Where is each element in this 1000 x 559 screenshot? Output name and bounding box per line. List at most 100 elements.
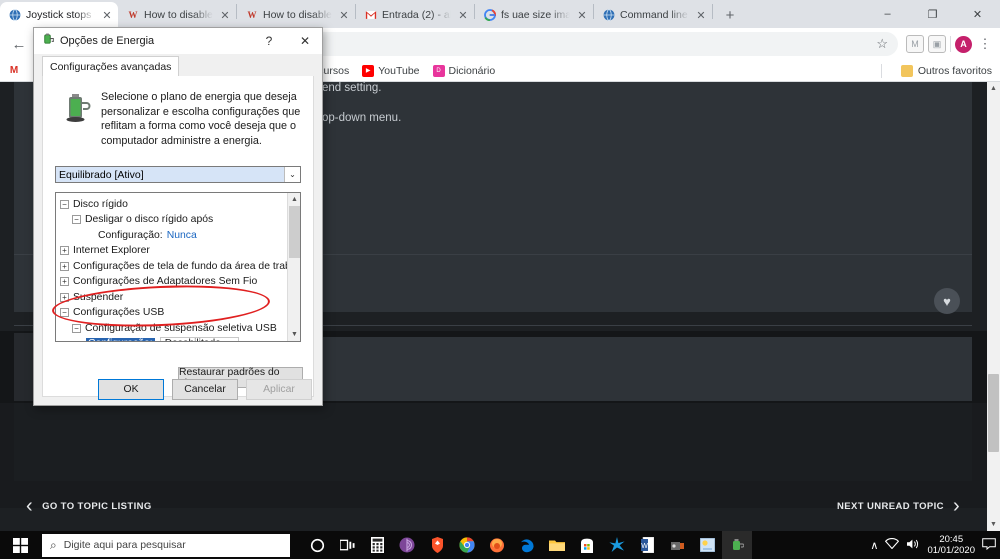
tree-toggle-icon[interactable]: +	[60, 292, 69, 302]
close-window-button[interactable]: ✕	[955, 0, 1000, 28]
chevron-down-icon[interactable]: ⌄	[225, 340, 238, 342]
minimize-button[interactable]: –	[865, 0, 910, 28]
dialog-help-button[interactable]: ?	[254, 29, 284, 53]
tree-node-suspensao-seletiva-usb[interactable]: − Configuração de suspensão seletiva USB	[58, 320, 287, 336]
tree-setting-hdd-timeout[interactable]: Configuração: Nunca	[58, 227, 287, 243]
tree-toggle-icon[interactable]: +	[60, 246, 69, 256]
cancel-button[interactable]: Cancelar	[172, 378, 238, 400]
scroll-up-arrow[interactable]: ▲	[987, 82, 1000, 95]
tree-node-desligar-disco[interactable]: − Desligar o disco rígido após	[58, 212, 287, 228]
edge-icon[interactable]	[512, 531, 542, 559]
setting-value-link[interactable]: Nunca	[167, 230, 197, 241]
settings-tree[interactable]: − Disco rígido − Desligar o disco rígido…	[55, 192, 301, 343]
chrome-icon[interactable]	[452, 531, 482, 559]
close-tab-icon[interactable]: ✕	[100, 9, 114, 22]
bookmark-item-5[interactable]: D Dicionário	[432, 64, 496, 77]
tree-toggle-icon[interactable]: −	[72, 323, 81, 333]
search-placeholder: Digite aqui para pesquisar	[63, 539, 186, 551]
usb-suspend-dropdown[interactable]: Desabilitado ⌄	[159, 336, 239, 342]
word-icon[interactable]: W	[632, 531, 662, 559]
new-tab-button[interactable]: +	[717, 2, 743, 28]
weather-app-icon[interactable]	[692, 531, 722, 559]
tree-node-label: Disco rígido	[73, 198, 128, 210]
tree-node-disco-rigido[interactable]: − Disco rígido	[58, 196, 287, 212]
close-tab-icon[interactable]: ✕	[456, 9, 470, 22]
volume-icon[interactable]	[906, 538, 920, 553]
scroll-up-arrow[interactable]: ▲	[288, 193, 300, 206]
scrollbar-thumb[interactable]	[289, 206, 300, 259]
start-button[interactable]	[0, 531, 40, 559]
dialog-title: Opções de Energia	[60, 35, 155, 47]
next-unread-topic-link[interactable]: NEXT UNREAD TOPIC ›	[837, 495, 960, 518]
cortana-icon[interactable]	[302, 531, 332, 559]
browser-tab-1[interactable]: W How to disable Wind ✕	[118, 2, 236, 28]
power-options-icon[interactable]	[722, 531, 752, 559]
tree-toggle-icon[interactable]: −	[72, 215, 81, 225]
firefox-icon[interactable]	[482, 531, 512, 559]
tree-toggle-icon[interactable]: +	[60, 261, 69, 271]
joystick-app-icon[interactable]	[662, 531, 692, 559]
article-line-2: op-down menu.	[322, 112, 402, 124]
dialog-close-button[interactable]: ✕	[290, 29, 320, 53]
scrollbar-thumb[interactable]	[988, 374, 999, 452]
tree-scrollbar[interactable]: ▲ ▼	[287, 193, 300, 342]
close-tab-icon[interactable]: ✕	[337, 9, 351, 22]
notifications-icon[interactable]	[982, 537, 996, 553]
file-explorer-icon[interactable]	[542, 531, 572, 559]
extension-icon-1[interactable]: M	[906, 35, 924, 53]
other-bookmarks-button[interactable]: Outros favoritos	[900, 64, 992, 77]
tree-node-adaptadores-sem-fio[interactable]: + Configurações de Adaptadores Sem Fio	[58, 274, 287, 290]
tree-toggle-icon[interactable]: −	[60, 199, 69, 209]
tray-expand-icon[interactable]: ∧	[870, 539, 878, 552]
tree-node-label: Configurações de Adaptadores Sem Fio	[73, 276, 258, 288]
bookmark-star-icon[interactable]: ☆	[876, 36, 888, 52]
bookmark-item-4[interactable]: ▶ YouTube	[362, 64, 420, 77]
bookmark-label: YouTube	[378, 64, 420, 77]
task-view-icon[interactable]	[332, 531, 362, 559]
tree-node-suspender[interactable]: + Suspender	[58, 289, 287, 305]
wifi-icon[interactable]	[885, 537, 900, 552]
star-app-icon[interactable]	[602, 531, 632, 559]
close-tab-icon[interactable]: ✕	[694, 9, 708, 22]
tree-toggle-icon[interactable]: −	[60, 308, 69, 318]
power-plan-select[interactable]: Equilibrado [Ativo] ⌄	[55, 166, 301, 184]
calculator-icon[interactable]	[362, 531, 392, 559]
bookmark-label: Dicionário	[448, 64, 496, 77]
ok-button[interactable]: OK	[98, 378, 164, 400]
brave-browser-icon[interactable]	[422, 531, 452, 559]
maximize-button[interactable]: ❐	[910, 0, 955, 28]
browser-tab-5[interactable]: Command line for re ✕	[594, 2, 712, 28]
page-scrollbar[interactable]: ▲ ▼	[987, 82, 1000, 531]
browser-tab-3[interactable]: Entrada (2) - alanriba ✕	[356, 2, 474, 28]
tree-toggle-icon[interactable]: +	[60, 277, 69, 287]
back-button[interactable]: ←	[6, 31, 32, 57]
extension-icon-2[interactable]: ▣	[928, 35, 946, 53]
bookmark-item-0[interactable]: M	[8, 65, 20, 77]
next-nav-label: NEXT UNREAD TOPIC	[837, 500, 944, 512]
w-icon: W	[245, 9, 258, 22]
close-tab-icon[interactable]: ✕	[218, 9, 232, 22]
chevron-down-icon[interactable]: ⌄	[284, 167, 300, 183]
taskbar-search-box[interactable]: ⌕ Digite aqui para pesquisar	[42, 533, 290, 557]
browser-tab-2[interactable]: W How to disable Wind ✕	[237, 2, 355, 28]
taskbar-clock[interactable]: 20:45 01/01/2020	[927, 534, 975, 556]
scroll-down-arrow[interactable]: ▼	[288, 328, 300, 341]
dropdown-value: Desabilitado	[161, 338, 225, 341]
tree-node-tela-de-fundo[interactable]: + Configurações de tela de fundo da área…	[58, 258, 300, 274]
browser-tab-4[interactable]: fs uae size image ga ✕	[475, 2, 593, 28]
microsoft-store-icon[interactable]	[572, 531, 602, 559]
browser-menu-icon[interactable]: ⋮	[976, 36, 994, 52]
scroll-down-arrow[interactable]: ▼	[987, 518, 1000, 531]
like-heart-icon[interactable]: ♥	[934, 288, 960, 314]
tab-advanced-settings[interactable]: Configurações avançadas	[42, 56, 180, 76]
tor-browser-icon[interactable]	[392, 531, 422, 559]
go-to-topic-listing-link[interactable]: ‹ GO TO TOPIC LISTING	[26, 495, 152, 518]
close-tab-icon[interactable]: ✕	[575, 9, 589, 22]
tree-setting-usb-suspend[interactable]: Configuração: Desabilitado ⌄	[58, 336, 287, 342]
taskbar-icons: W	[302, 531, 752, 559]
browser-tab-0[interactable]: Joystick stops workin ✕	[0, 2, 118, 28]
profile-avatar[interactable]: A	[955, 35, 972, 53]
tree-node-internet-explorer[interactable]: + Internet Explorer	[58, 243, 287, 259]
tree-node-configuracoes-usb[interactable]: − Configurações USB	[58, 305, 287, 321]
apply-button[interactable]: Aplicar	[246, 378, 312, 400]
